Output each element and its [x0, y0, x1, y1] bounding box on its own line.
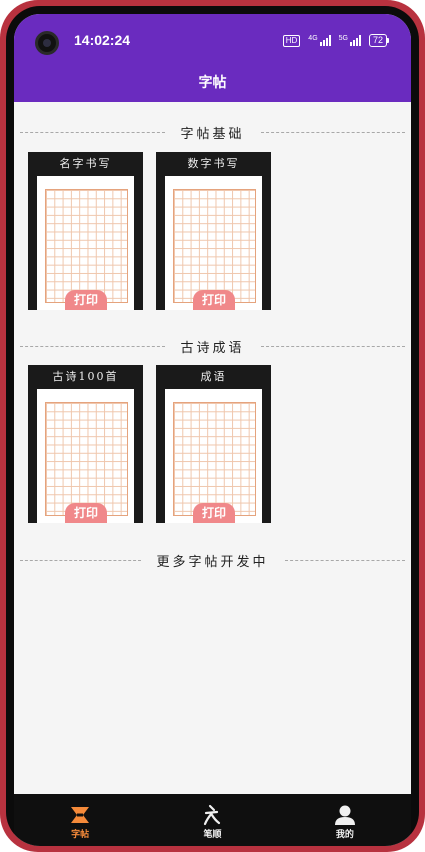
bottom-nav: 字帖 笔顺 我的 [14, 794, 411, 846]
nav-label: 笔顺 [203, 830, 222, 840]
nav-label: 我的 [335, 830, 354, 840]
copybook-card-poems[interactable]: 古诗100首 打印 [28, 365, 143, 523]
section-title-basics: 字帖基础 [180, 126, 245, 142]
tianzi-grid [45, 402, 128, 516]
battery-icon: 72 [368, 34, 390, 47]
print-button[interactable]: 打印 [65, 290, 107, 310]
profile-icon [334, 804, 356, 826]
tianzi-grid [173, 402, 256, 516]
signal-icon-2: 5G [339, 35, 361, 46]
hd-icon: HD [282, 34, 301, 47]
card-title: 古诗100首 [52, 370, 119, 383]
phone-frame: 14:02:24 HD 4G 5G 72 字帖 字帖基础 名字书写 打印 数字书… [0, 0, 425, 852]
status-time: 14:02:24 [74, 32, 131, 48]
section-header-poems: 古诗成语 [14, 336, 411, 356]
divider-line [20, 559, 141, 561]
copybook-card-idioms[interactable]: 成语 打印 [156, 365, 271, 523]
copybook-card-name-writing[interactable]: 名字书写 打印 [28, 152, 143, 310]
card-title: 成语 [200, 370, 227, 383]
signal-label-2: 5G [338, 35, 348, 42]
more-coming-divider: 更多字帖开发中 [14, 550, 411, 570]
section-title-poems: 古诗成语 [180, 340, 245, 356]
divider-line [284, 559, 406, 561]
nav-item-profile[interactable]: 我的 [279, 794, 411, 846]
phone-bezel: 14:02:24 HD 4G 5G 72 字帖 字帖基础 名字书写 打印 数字书… [6, 6, 419, 846]
card-title: 数字书写 [187, 157, 240, 170]
page-title: 字帖 [198, 75, 227, 91]
more-coming-text: 更多字帖开发中 [156, 554, 269, 570]
tianzi-grid [45, 189, 128, 303]
divider-line [260, 131, 406, 133]
front-camera [35, 31, 59, 55]
copybook-icon [69, 804, 91, 826]
app-header: 14:02:24 HD 4G 5G 72 字帖 [14, 14, 411, 102]
app-screen: 14:02:24 HD 4G 5G 72 字帖 字帖基础 名字书写 打印 数字书… [14, 14, 411, 846]
divider-line [260, 345, 406, 347]
divider-line [20, 131, 165, 133]
copybook-card-number-writing[interactable]: 数字书写 打印 [156, 152, 271, 310]
card-title: 名字书写 [59, 157, 112, 170]
status-icons: HD 4G 5G 72 [282, 34, 390, 47]
nav-item-copybook[interactable]: 字帖 [14, 794, 146, 846]
stroke-order-icon [201, 804, 223, 826]
nav-item-stroke-order[interactable]: 笔顺 [146, 794, 278, 846]
nav-label: 字帖 [71, 830, 90, 840]
print-button[interactable]: 打印 [193, 503, 235, 523]
signal-label-1: 4G [308, 35, 318, 42]
print-button[interactable]: 打印 [193, 290, 235, 310]
section-header-basics: 字帖基础 [14, 122, 411, 142]
main-content[interactable]: 字帖基础 名字书写 打印 数字书写 打印 古诗成语 古诗100首 打印 成语 打… [14, 102, 411, 794]
signal-icon-1: 4G [308, 35, 331, 46]
tianzi-grid [173, 189, 256, 303]
print-button[interactable]: 打印 [65, 503, 107, 523]
divider-line [20, 345, 165, 347]
